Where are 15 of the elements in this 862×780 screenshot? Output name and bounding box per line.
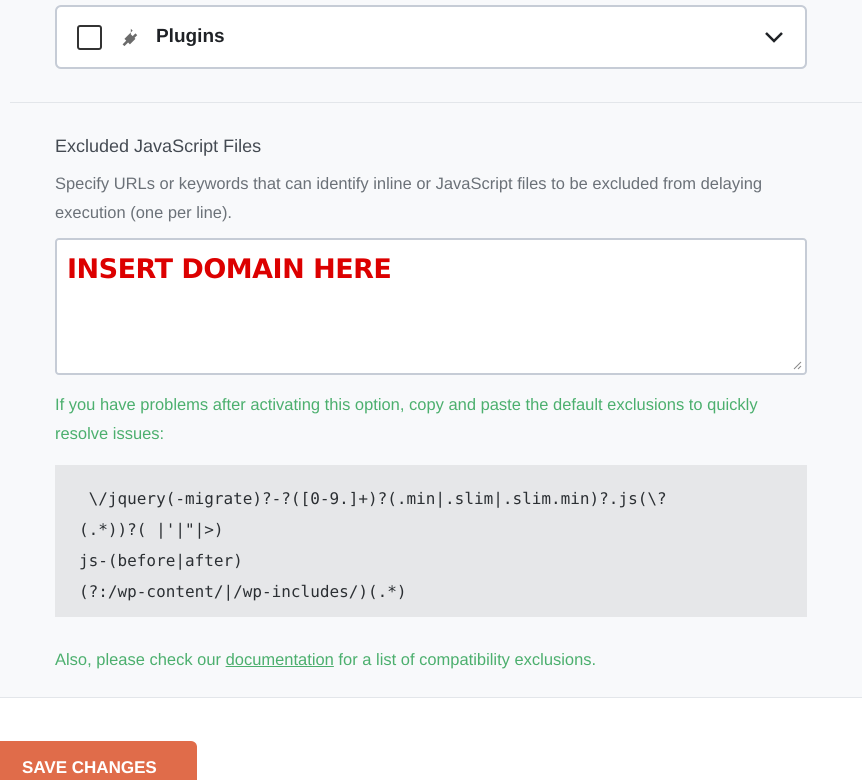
code-line: (?:/wp-content/|/wp-includes/)(.*) (79, 581, 408, 603)
code-line: \/jquery(-migrate)?-?([0-9.]+)?(.min|.slim|.slim.min)?.js(\? (88, 488, 668, 510)
chevron-down-icon[interactable] (763, 30, 785, 44)
field-description: Specify URLs or keywords that can identify inline or JavaScript files to be excluded from delaying execution (one per line). (55, 174, 764, 224)
resize-handle-icon[interactable] (793, 361, 802, 370)
section-label: Plugins (156, 24, 225, 49)
checkbox[interactable] (77, 24, 102, 50)
hint-text: If you have problems after activating this option, copy and paste the default exclusions to quickly resolve issues: (55, 395, 759, 445)
documentation-link[interactable]: documentation (226, 651, 334, 669)
code-line: js-(before|after) (79, 550, 244, 572)
save-button[interactable]: SAVE CHANGES (0, 740, 197, 780)
code-line: (.*))?( |'|"|>) (79, 519, 224, 541)
field-label: Excluded JavaScript Files (55, 135, 262, 158)
exclusions-textarea[interactable]: INSERT DOMAIN HERE (55, 238, 807, 375)
compatibility-note: Also, please check our documentation for a list of compatibility exclusions. (55, 650, 598, 671)
